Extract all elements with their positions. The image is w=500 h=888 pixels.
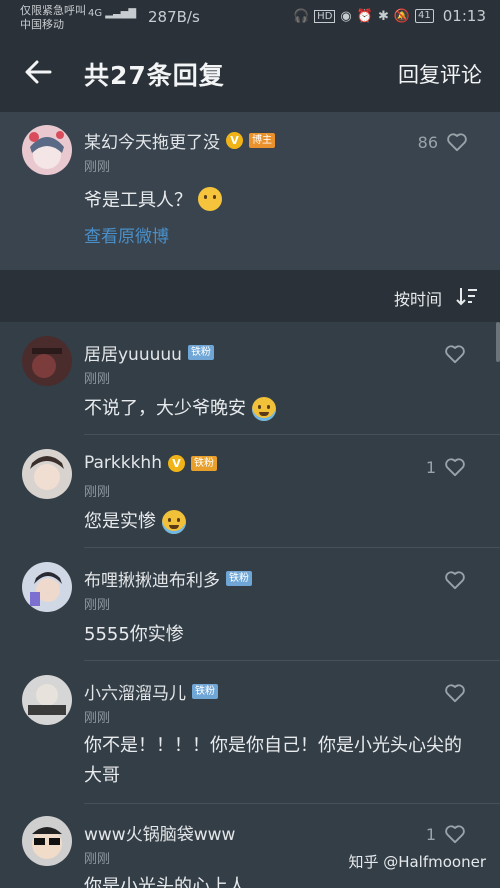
username[interactable]: 布哩揪揪迪布利多	[84, 566, 220, 591]
username-row: 某幻今天拖更了没 V 博主	[84, 128, 275, 153]
headphones-icon: 🎧	[292, 8, 310, 24]
clock: 01:13	[442, 7, 486, 25]
sort-icon[interactable]	[456, 285, 478, 307]
like-count: 1	[425, 457, 436, 477]
comment-text: 不说了，大少爷晚安	[84, 394, 474, 424]
username-row: 居居yuuuuu 铁粉	[84, 340, 214, 365]
divider	[84, 803, 500, 804]
avatar[interactable]	[22, 336, 72, 386]
username-row: Parkkkhh V 铁粉	[84, 453, 217, 473]
timestamp: 刚刚	[84, 485, 111, 500]
like-button[interactable]	[444, 683, 466, 703]
bluetooth-icon: ✱	[377, 8, 389, 24]
original-comment: 某幻今天拖更了没 V 博主 刚刚 爷是工具人？ 查看原微博 86	[0, 112, 500, 270]
view-original-link[interactable]: 查看原微博	[84, 222, 169, 247]
comment-text: 你是小光头的心上人	[84, 872, 474, 888]
timestamp: 刚刚	[84, 372, 111, 387]
net-speed: 287B/s	[148, 8, 200, 26]
verified-icon: V	[226, 132, 243, 149]
comment-text: 您是实惨	[84, 507, 474, 537]
avatar[interactable]	[22, 816, 72, 866]
timestamp: 刚刚	[84, 852, 111, 867]
like-button[interactable]	[444, 570, 466, 590]
like-count: 86	[417, 132, 438, 152]
like-count: 1	[425, 824, 436, 844]
back-arrow-icon[interactable]	[22, 56, 54, 88]
timestamp: 刚刚	[84, 160, 111, 175]
fan-badge: 铁粉	[187, 345, 214, 360]
watermark: 知乎 @Halfmooner	[348, 853, 486, 871]
carrier-line-1: 仅限紧急呼叫	[20, 4, 86, 17]
comment-body: 您是实惨	[84, 511, 156, 532]
crying-emoji-icon	[251, 397, 276, 421]
comment-body: 5555你实惨	[84, 624, 184, 645]
like-button[interactable]: 86	[418, 132, 468, 152]
comment-body: 你不是！！！！你是你自己！你是小光头心尖的大哥	[84, 735, 462, 786]
comment-text: 5555你实惨	[84, 620, 474, 650]
scrollbar[interactable]	[496, 322, 500, 362]
avatar[interactable]	[22, 675, 72, 725]
username[interactable]: 小六溜溜马儿	[84, 679, 186, 704]
status-icons: 🎧 HD ◉ ⏰ ✱ 🔕 41 01:13	[293, 7, 486, 25]
laugh-cry-emoji-icon	[161, 510, 186, 534]
like-button[interactable]: 1	[426, 457, 466, 477]
heart-icon	[445, 684, 465, 703]
avatar[interactable]	[22, 449, 72, 499]
avatar[interactable]	[22, 562, 72, 612]
comment-text: 爷是工具人？	[84, 186, 222, 212]
host-badge: 博主	[249, 133, 275, 148]
heart-icon	[447, 133, 467, 152]
alarm-icon: ⏰	[356, 8, 373, 24]
title-bar: 共27条回复 回复评论	[0, 34, 500, 112]
username[interactable]: www火锅脑袋www	[84, 820, 235, 845]
fan-badge: 铁粉	[192, 684, 218, 699]
carrier-line-2: 中国移动	[20, 18, 64, 31]
network-label: 4G	[88, 8, 103, 19]
comment-text: 你不是！！！！你是你自己！你是小光头心尖的大哥	[84, 731, 474, 791]
heart-icon	[445, 825, 465, 844]
divider	[84, 660, 500, 661]
like-button[interactable]	[444, 344, 466, 364]
fan-badge: 铁粉	[226, 571, 252, 586]
username[interactable]: 居居yuuuuu	[84, 340, 182, 365]
verified-icon: V	[167, 454, 185, 472]
comment-body: 你是小光头的心上人	[84, 876, 246, 888]
divider	[84, 434, 500, 435]
fan-badge: 铁粉	[190, 455, 217, 471]
username-row: 布哩揪揪迪布利多 铁粉	[84, 566, 252, 591]
dizzy-emoji-icon	[198, 187, 222, 211]
carrier-info: 仅限紧急呼叫 中国移动	[20, 4, 86, 32]
username[interactable]: 某幻今天拖更了没	[84, 128, 220, 153]
comment-body: 爷是工具人？	[84, 190, 192, 211]
username-row: 小六溜溜马儿 铁粉	[84, 679, 218, 704]
sort-bar: 按时间	[0, 270, 500, 322]
comment-body: 不说了，大少爷晚安	[84, 398, 246, 419]
timestamp: 刚刚	[84, 598, 111, 613]
sort-by-time-button[interactable]: 按时间	[394, 286, 442, 310]
username[interactable]: Parkkkhh	[84, 453, 162, 473]
page-title: 共27条回复	[84, 61, 225, 90]
status-bar: 仅限紧急呼叫 中国移动 4G ▂▃▅▇ 287B/s 🎧 HD ◉ ⏰ ✱ 🔕 …	[0, 0, 500, 34]
battery-icon: 41	[415, 9, 434, 23]
eye-icon: ◉	[340, 8, 352, 24]
hd-icon: HD	[314, 9, 336, 23]
avatar[interactable]	[22, 125, 72, 175]
heart-icon	[445, 571, 465, 590]
timestamp: 刚刚	[84, 711, 111, 726]
username-row: www火锅脑袋www	[84, 820, 235, 845]
reply-comment-button[interactable]: 回复评论	[398, 59, 482, 89]
divider	[84, 547, 500, 548]
heart-icon	[445, 458, 465, 477]
heart-icon	[445, 345, 465, 364]
network-icon: 4G ▂▃▅▇	[88, 8, 137, 19]
mute-icon: 🔕	[393, 8, 411, 24]
like-button[interactable]: 1	[426, 824, 466, 844]
